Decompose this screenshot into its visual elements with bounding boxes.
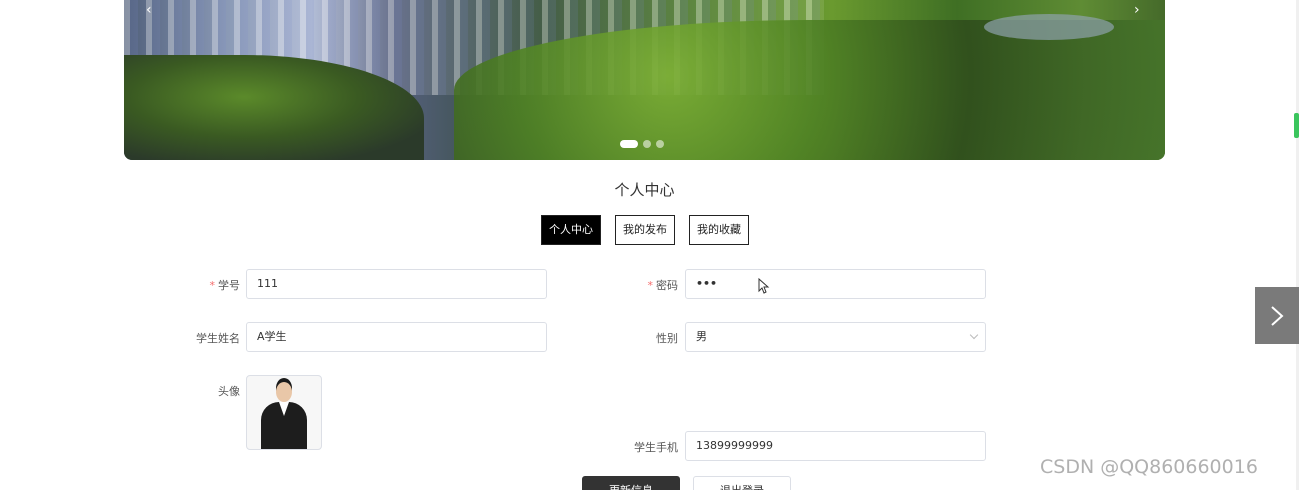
profile-tabs: 个人中心 我的发布 我的收藏 — [541, 215, 749, 245]
banner-pool — [984, 14, 1114, 40]
mouse-cursor-icon — [758, 278, 770, 294]
update-info-button[interactable]: 更新信息 — [582, 476, 680, 490]
carousel-prev-icon[interactable]: ‹ — [146, 2, 152, 18]
side-next-button[interactable] — [1255, 287, 1299, 344]
password-input[interactable]: ••• — [685, 269, 986, 299]
chevron-right-icon — [1271, 306, 1284, 326]
student-id-label-text: 学号 — [218, 279, 240, 292]
page-title: 个人中心 — [614, 181, 675, 199]
student-name-input[interactable]: A学生 — [246, 322, 547, 352]
required-mark: * — [209, 279, 216, 292]
tab-my-posts[interactable]: 我的发布 — [615, 215, 675, 245]
password-label: * 密码 — [598, 277, 679, 293]
tab-profile[interactable]: 个人中心 — [541, 215, 601, 245]
carousel-banner — [124, 0, 1165, 160]
logout-button[interactable]: 退出登录 — [693, 476, 791, 490]
password-label-text: 密码 — [656, 279, 678, 292]
carousel-indicators — [620, 140, 664, 148]
phone-input[interactable]: 13899999999 — [685, 431, 986, 461]
student-id-label: * 学号 — [160, 277, 241, 293]
carousel-dot[interactable] — [656, 140, 664, 148]
avatar-upload[interactable] — [246, 375, 322, 450]
chevron-down-icon — [969, 330, 979, 340]
required-mark: * — [647, 279, 654, 292]
tab-my-favorites[interactable]: 我的收藏 — [689, 215, 749, 245]
gender-value: 男 — [696, 330, 707, 343]
avatar-label: 头像 — [218, 385, 240, 398]
watermark: CSDN @QQ860660016 — [1040, 456, 1258, 478]
student-id-input[interactable]: 111 — [246, 269, 547, 299]
phone-label: 学生手机 — [634, 441, 678, 454]
avatar-figure-head — [276, 382, 292, 402]
banner-moss — [454, 20, 1165, 160]
student-name-label: 学生姓名 — [196, 332, 240, 345]
carousel-dot[interactable] — [620, 140, 638, 148]
gender-select[interactable]: 男 — [685, 322, 986, 352]
carousel-next-icon[interactable]: › — [1134, 2, 1140, 18]
carousel-dot[interactable] — [643, 140, 651, 148]
gender-label: 性别 — [656, 332, 678, 345]
scroll-indicator — [1294, 113, 1299, 138]
